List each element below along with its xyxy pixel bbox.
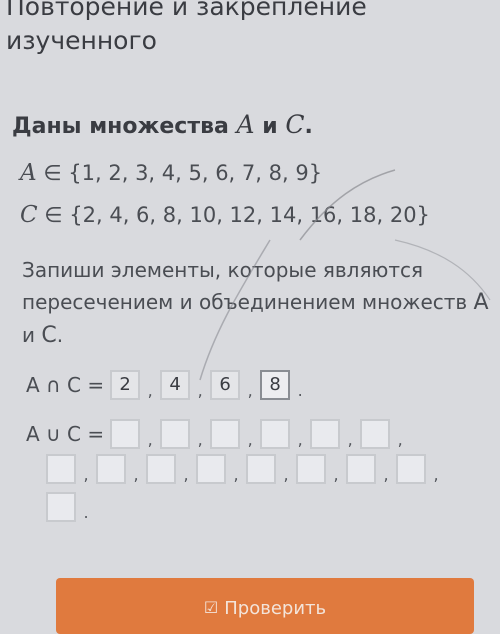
separator: ,	[83, 465, 89, 484]
union-answer-7[interactable]	[46, 453, 76, 484]
union-answer-4[interactable]	[260, 418, 291, 449]
union-row-3: .	[46, 491, 96, 522]
union-row: A ∪ C = ,,,,,,	[26, 418, 410, 449]
union-answer-15[interactable]	[46, 491, 76, 522]
checkbox-icon: ☑	[203, 598, 219, 617]
separator: ,	[197, 430, 203, 449]
separator: ,	[183, 465, 189, 484]
separator: ,	[233, 465, 239, 484]
intersection-answer-3[interactable]: 6	[210, 369, 241, 400]
separator: ,	[247, 430, 253, 449]
set-a-definition: A ∈ {1, 2, 3, 4, 5, 6, 7, 8, 9}	[20, 160, 322, 186]
separator: ,	[397, 430, 403, 449]
union-end: .	[83, 503, 89, 522]
instruction-body: Запиши элементы, которые являются пересе…	[22, 258, 468, 314]
separator: ,	[133, 465, 139, 484]
check-button[interactable]: ☑ Проверить	[56, 578, 474, 634]
intersection-row: A ∩ C = 2 , 4 , 6 , 8 .	[26, 369, 310, 400]
intersection-end: .	[297, 381, 303, 400]
instruction-conjunction: и	[22, 323, 35, 347]
separator: ,	[383, 465, 389, 484]
union-answer-3[interactable]	[210, 418, 241, 449]
intersection-label: A ∩ C =	[26, 372, 105, 397]
union-answer-5[interactable]	[310, 418, 341, 449]
intersection-answer-4[interactable]: 8	[260, 369, 291, 400]
check-button-label: Проверить	[224, 598, 327, 619]
separator: ,	[283, 465, 289, 484]
union-answer-2[interactable]	[160, 418, 191, 449]
task-title-suffix: .	[304, 114, 313, 139]
union-answer-11[interactable]	[246, 453, 276, 484]
instruction-text: Запиши элементы, которые являются пересе…	[22, 254, 492, 352]
union-label: A ∪ C =	[26, 421, 105, 446]
set-c-symbol: C	[285, 110, 305, 139]
union-answer-13[interactable]	[346, 453, 376, 484]
instruction-set-c: C	[41, 323, 57, 348]
union-answer-8[interactable]	[96, 453, 126, 484]
task-title-conjunction: и	[262, 114, 278, 139]
set-a-symbol: A	[236, 110, 255, 139]
task-title: Даны множества A и C.	[12, 110, 313, 139]
task-title-prefix: Даны множества	[12, 114, 229, 139]
separator: ,	[147, 430, 153, 449]
union-answer-14[interactable]	[396, 453, 426, 484]
set-c-name: C	[20, 202, 38, 228]
union-answer-1[interactable]	[110, 418, 141, 449]
intersection-answer-1[interactable]: 2	[110, 369, 141, 400]
union-answer-10[interactable]	[196, 453, 226, 484]
separator: ,	[333, 465, 339, 484]
separator: ,	[147, 381, 153, 400]
instruction-end: .	[56, 323, 64, 347]
union-answer-12[interactable]	[296, 453, 326, 484]
union-answer-6[interactable]	[360, 418, 391, 449]
union-row-2: ,,,,,,,,	[46, 453, 446, 484]
separator: ,	[297, 430, 303, 449]
separator: ,	[247, 381, 253, 400]
set-a-name: A	[20, 160, 37, 186]
page-title: Повторение и закрепление изученного	[6, 0, 367, 55]
separator: ,	[433, 465, 439, 484]
set-c-definition: C ∈ {2, 4, 6, 8, 10, 12, 14, 16, 18, 20}	[20, 202, 430, 228]
instruction-set-a: A	[473, 290, 489, 315]
set-a-elements: ∈ {1, 2, 3, 4, 5, 6, 7, 8, 9}	[43, 161, 323, 185]
union-answer-9[interactable]	[146, 453, 176, 484]
intersection-answer-2[interactable]: 4	[160, 369, 191, 400]
set-c-elements: ∈ {2, 4, 6, 8, 10, 12, 14, 16, 18, 20}	[44, 203, 430, 227]
separator: ,	[197, 381, 203, 400]
separator: ,	[347, 430, 353, 449]
